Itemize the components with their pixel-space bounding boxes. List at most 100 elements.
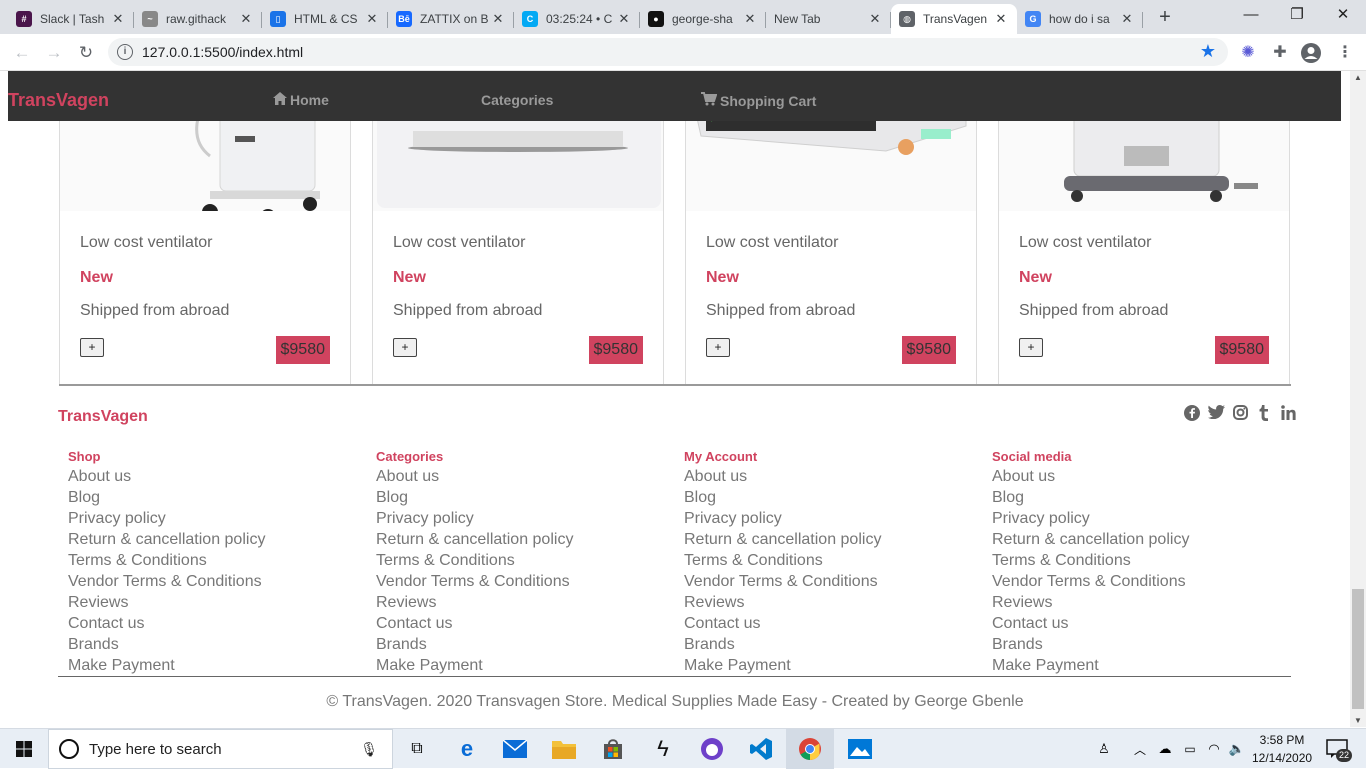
battery-icon[interactable]: ▭	[1180, 729, 1200, 769]
footer-link[interactable]: Blog	[376, 487, 676, 508]
footer-link[interactable]: Return & cancellation policy	[992, 529, 1292, 550]
footer-link[interactable]: Make Payment	[684, 655, 984, 676]
nav-cart-link[interactable]: Shopping Cart	[701, 92, 816, 109]
footer-link[interactable]: Make Payment	[376, 655, 676, 676]
bookmark-star-icon[interactable]: ★	[1200, 41, 1216, 62]
browser-tab[interactable]: ~ raw.githack ✕	[134, 4, 262, 34]
footer-brand[interactable]: TransVagen	[58, 408, 148, 426]
footer-link[interactable]: About us	[684, 466, 984, 487]
product-name[interactable]: Low cost ventilator	[393, 234, 526, 252]
footer-link[interactable]: Brands	[376, 634, 676, 655]
add-to-cart-button[interactable]: +	[706, 338, 730, 357]
terminal-app-icon[interactable]: ϟ	[648, 729, 678, 769]
address-bar[interactable]: i 127.0.0.1:5500/index.html ★	[108, 38, 1228, 66]
browser-menu-icon[interactable]: ⋮	[1334, 42, 1356, 64]
footer-link[interactable]: Brands	[992, 634, 1292, 655]
scrollbar-thumb[interactable]	[1352, 589, 1364, 709]
footer-link[interactable]: Contact us	[68, 613, 368, 634]
people-icon[interactable]: ♙	[1094, 729, 1114, 769]
product-name[interactable]: Low cost ventilator	[80, 234, 213, 252]
footer-link[interactable]: Privacy policy	[68, 508, 368, 529]
chrome-icon[interactable]	[786, 729, 834, 769]
footer-link[interactable]: Blog	[68, 487, 368, 508]
browser-tab[interactable]: Bē ZATTIX on B ✕	[388, 4, 514, 34]
reload-button[interactable]: ↻	[74, 41, 98, 65]
close-tab-icon[interactable]: ✕	[993, 11, 1009, 27]
vscode-icon[interactable]	[746, 729, 776, 769]
url-text[interactable]: 127.0.0.1:5500/index.html	[142, 44, 303, 60]
site-info-icon[interactable]: i	[117, 44, 133, 60]
close-tab-icon[interactable]: ✕	[1119, 11, 1135, 27]
close-tab-icon[interactable]: ✕	[110, 11, 126, 27]
footer-link[interactable]: Make Payment	[992, 655, 1292, 676]
footer-link[interactable]: Brands	[68, 634, 368, 655]
footer-link[interactable]: Vendor Terms & Conditions	[992, 571, 1292, 592]
footer-link[interactable]: Blog	[684, 487, 984, 508]
footer-link[interactable]: Return & cancellation policy	[68, 529, 368, 550]
file-explorer-icon[interactable]	[549, 729, 579, 769]
browser-tab[interactable]: New Tab ✕	[766, 4, 891, 34]
taskbar-search-box[interactable]: Type here to search 🎙	[48, 729, 393, 769]
maximize-button[interactable]: ❐	[1274, 4, 1320, 28]
footer-link[interactable]: Reviews	[684, 592, 984, 613]
extensions-puzzle-icon[interactable]: ✚	[1269, 42, 1291, 64]
new-tab-button[interactable]: +	[1154, 6, 1176, 28]
microsoft-store-icon[interactable]	[598, 729, 628, 769]
footer-link[interactable]: Reviews	[376, 592, 676, 613]
photos-icon[interactable]	[845, 729, 875, 769]
close-tab-icon[interactable]: ✕	[364, 11, 380, 27]
wifi-icon[interactable]: ◠	[1204, 729, 1224, 769]
browser-tab[interactable]: C 03:25:24 • C ✕	[514, 4, 640, 34]
scroll-down-arrow-icon[interactable]: ▼	[1354, 716, 1362, 725]
footer-link[interactable]: About us	[376, 466, 676, 487]
add-to-cart-button[interactable]: +	[1019, 338, 1043, 357]
product-name[interactable]: Low cost ventilator	[1019, 234, 1152, 252]
nav-home-link[interactable]: Home	[273, 92, 329, 108]
footer-link[interactable]: Privacy policy	[376, 508, 676, 529]
site-brand-logo[interactable]: TransVagen	[8, 90, 109, 111]
browser-tab[interactable]: ▯ HTML & CS ✕	[262, 4, 388, 34]
edge-browser-icon[interactable]: e	[452, 729, 482, 769]
action-center-icon[interactable]: 22	[1322, 729, 1353, 769]
browser-tab[interactable]: # Slack | Tash ✕	[8, 4, 134, 34]
footer-link[interactable]: Contact us	[992, 613, 1292, 634]
footer-link[interactable]: Brands	[684, 634, 984, 655]
windows-start-icon[interactable]	[0, 729, 48, 769]
footer-link[interactable]: Return & cancellation policy	[684, 529, 984, 550]
footer-link[interactable]: Contact us	[684, 613, 984, 634]
browser-tab[interactable]: ● george-sha ✕	[640, 4, 766, 34]
footer-link[interactable]: Blog	[992, 487, 1292, 508]
footer-link[interactable]: Terms & Conditions	[684, 550, 984, 571]
github-desktop-icon[interactable]	[697, 729, 727, 769]
instagram-icon[interactable]	[1232, 405, 1248, 421]
page-scrollbar[interactable]: ▲ ▼	[1350, 71, 1366, 727]
footer-link[interactable]: Terms & Conditions	[992, 550, 1292, 571]
footer-link[interactable]: Reviews	[992, 592, 1292, 613]
footer-link[interactable]: Vendor Terms & Conditions	[684, 571, 984, 592]
profile-avatar-icon[interactable]	[1300, 42, 1322, 64]
volume-icon[interactable]: 🔈	[1227, 729, 1247, 769]
footer-link[interactable]: About us	[68, 466, 368, 487]
footer-link[interactable]: Privacy policy	[684, 508, 984, 529]
mail-icon[interactable]	[500, 729, 530, 769]
close-tab-icon[interactable]: ✕	[616, 11, 632, 27]
tray-clock[interactable]: 3:58 PM 12/14/2020	[1252, 731, 1312, 767]
add-to-cart-button[interactable]: +	[393, 338, 417, 357]
onedrive-icon[interactable]: ☁	[1155, 729, 1175, 769]
linkedin-icon[interactable]	[1280, 405, 1296, 421]
close-tab-icon[interactable]: ✕	[490, 11, 506, 27]
facebook-icon[interactable]	[1184, 405, 1200, 421]
scroll-up-arrow-icon[interactable]: ▲	[1354, 73, 1362, 82]
footer-link[interactable]: Terms & Conditions	[376, 550, 676, 571]
footer-link[interactable]: Make Payment	[68, 655, 368, 676]
task-view-icon[interactable]: ⧉	[400, 729, 434, 769]
footer-link[interactable]: About us	[992, 466, 1292, 487]
footer-link[interactable]: Reviews	[68, 592, 368, 613]
tumblr-icon[interactable]	[1256, 405, 1272, 421]
add-to-cart-button[interactable]: +	[80, 338, 104, 357]
twitter-icon[interactable]	[1208, 405, 1225, 421]
close-window-button[interactable]: ✕	[1320, 4, 1366, 28]
footer-link[interactable]: Contact us	[376, 613, 676, 634]
extension-sun-icon[interactable]: ✺	[1237, 42, 1259, 64]
close-tab-icon[interactable]: ✕	[238, 11, 254, 27]
